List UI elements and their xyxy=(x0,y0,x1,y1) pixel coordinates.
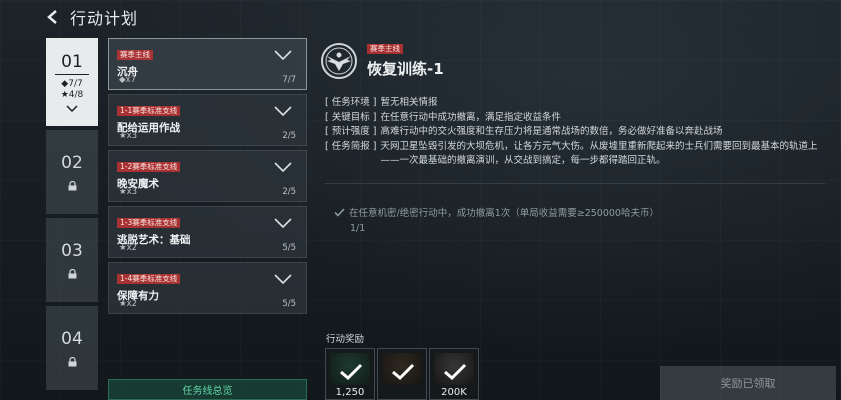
mission-item[interactable]: 1-3赛季标准支线 逃脱艺术：基础 ★x2 5/5 xyxy=(108,206,307,258)
objective-text: 在任意机密/绝密行动中，成功撤离1次（单局收益需要≥250000哈夫币） xyxy=(349,208,659,219)
divider xyxy=(325,183,825,184)
info-row-objective: [ 关键目标 ] 在任意行动中成功撤离，满足指定收益条件 xyxy=(325,111,825,126)
chevron-down-icon[interactable] xyxy=(66,105,78,112)
mission-tag: 赛季主线 xyxy=(117,50,153,60)
chapter-star-stat: ★4/8 xyxy=(60,90,84,100)
info-key: [ 关键目标 ] xyxy=(325,111,377,123)
mission-reward: ★x2 xyxy=(119,243,138,253)
mission-item[interactable]: 1-4赛季标准支线 保障有力 ★x2 5/5 xyxy=(108,262,307,314)
chapter-number: 01 xyxy=(55,52,89,75)
mission-tag: 1-2赛季标准支线 xyxy=(117,162,181,172)
chevron-down-icon[interactable] xyxy=(274,50,292,60)
mission-reward: ★x2 xyxy=(119,299,138,309)
mission-list: 赛季主线 沉舟 ◆x7 7/7 1-1赛季标准支线 配给运用作战 ★x3 2/5… xyxy=(108,38,307,318)
info-row-environment: [ 任务环境 ] 暂无相关情报 xyxy=(325,96,825,111)
mission-overview-button[interactable]: 任务线总览 xyxy=(108,379,307,400)
rewards-claimed-button[interactable]: 奖励已领取 xyxy=(660,366,836,400)
reward-quantity: 1,250 xyxy=(335,387,365,398)
mission-name: 沉舟 xyxy=(117,66,138,78)
mission-item[interactable]: 1-2赛季标准支线 晚安魔术 ★x3 2/5 xyxy=(108,150,307,202)
chapter-number: 04 xyxy=(61,329,83,349)
mission-tag: 1-4赛季标准支线 xyxy=(117,274,181,284)
mission-reward: ★x3 xyxy=(119,187,138,197)
mission-detail-title: 恢复训练-1 xyxy=(367,60,444,78)
reward-slot[interactable] xyxy=(377,348,427,400)
page-title: 行动计划 xyxy=(70,9,139,28)
mission-tag: 1-3赛季标准支线 xyxy=(117,218,181,228)
info-row-briefing: [ 任务简报 ] 天网卫星坠毁引发的大坝危机，让各方元气大伤。从废墟里重新爬起来… xyxy=(325,140,825,169)
lock-icon xyxy=(68,181,76,191)
info-key: [ 预计强度 ] xyxy=(325,126,377,137)
chapter-tab-02[interactable]: 02 xyxy=(46,130,98,214)
mission-reward: ★x3 xyxy=(119,131,138,141)
chevron-down-icon[interactable] xyxy=(274,162,292,172)
chapter-number: 03 xyxy=(61,241,83,261)
check-icon xyxy=(444,363,467,381)
reward-list: 1,250 200K xyxy=(325,348,479,400)
back-arrow-icon[interactable] xyxy=(44,8,62,26)
mission-info: [ 任务环境 ] 暂无相关情报 [ 关键目标 ] 在任意行动中成功撤离，满足指定… xyxy=(325,96,825,169)
mission-name: 保障有力 xyxy=(117,290,159,302)
mission-name: 晚安魔术 xyxy=(117,178,159,190)
chapter-tab-04[interactable]: 04 xyxy=(46,306,98,390)
mission-progress: 7/7 xyxy=(282,75,296,85)
mission-item[interactable]: 赛季主线 沉舟 ◆x7 7/7 xyxy=(108,38,307,90)
info-value: 高难行动中的交火强度和生存压力将是通常战场的数倍，务必做好准备以奔赴战场 xyxy=(380,126,723,137)
mission-name: 逃脱艺术：基础 xyxy=(117,234,191,246)
reward-quantity: 200K xyxy=(441,387,467,398)
lock-icon xyxy=(68,269,76,279)
chapter-tab-03[interactable]: 03 xyxy=(46,218,98,302)
objective-progress: 1/1 xyxy=(350,223,366,234)
chapter-tabs: 01 ◆7/7 ★4/8 02 03 04 xyxy=(46,38,98,394)
header: 行动计划 xyxy=(44,5,138,29)
mission-name: 配给运用作战 xyxy=(117,122,180,134)
check-icon xyxy=(334,207,345,217)
objective-line: 在任意机密/绝密行动中，成功撤离1次（单局收益需要≥250000哈夫币） xyxy=(334,205,659,219)
info-value: 暂无相关情报 xyxy=(380,97,438,108)
mission-progress: 2/5 xyxy=(282,131,296,141)
reward-slot[interactable]: 200K xyxy=(429,348,479,400)
info-value: 天网卫星坠毁引发的大坝危机，让各方元气大伤。从废墟里重新爬起来的士兵们需要回到最… xyxy=(380,140,818,167)
chevron-down-icon[interactable] xyxy=(274,218,292,228)
info-value: 在任意行动中成功撤离，满足指定收益条件 xyxy=(380,111,561,123)
detail-tag: 赛季主线 xyxy=(367,44,403,54)
chevron-down-icon[interactable] xyxy=(274,274,292,284)
info-row-intensity: [ 预计强度 ] 高难行动中的交火强度和生存压力将是通常战场的数倍，务必做好准备… xyxy=(325,125,825,140)
info-key: [ 任务简报 ] xyxy=(325,140,377,152)
reward-slot[interactable]: 1,250 xyxy=(325,348,375,400)
chevron-down-icon[interactable] xyxy=(274,106,292,116)
mission-progress: 5/5 xyxy=(282,243,296,253)
check-icon xyxy=(392,363,415,381)
chapter-tab-01[interactable]: 01 ◆7/7 ★4/8 xyxy=(46,38,98,126)
info-key: [ 任务环境 ] xyxy=(325,97,377,108)
lock-icon xyxy=(68,357,76,367)
mission-tag: 1-1赛季标准支线 xyxy=(117,106,181,116)
chapter-number: 02 xyxy=(61,153,83,173)
mission-progress: 2/5 xyxy=(282,187,296,197)
mission-reward: ◆x7 xyxy=(119,75,136,85)
mission-item[interactable]: 1-1赛季标准支线 配给运用作战 ★x3 2/5 xyxy=(108,94,307,146)
mission-progress: 5/5 xyxy=(282,299,296,309)
check-icon xyxy=(340,363,363,381)
chapter-diamond-stat: ◆7/7 xyxy=(61,79,83,89)
eagle-emblem-icon xyxy=(321,43,357,79)
rewards-label: 行动奖励 xyxy=(326,334,365,345)
